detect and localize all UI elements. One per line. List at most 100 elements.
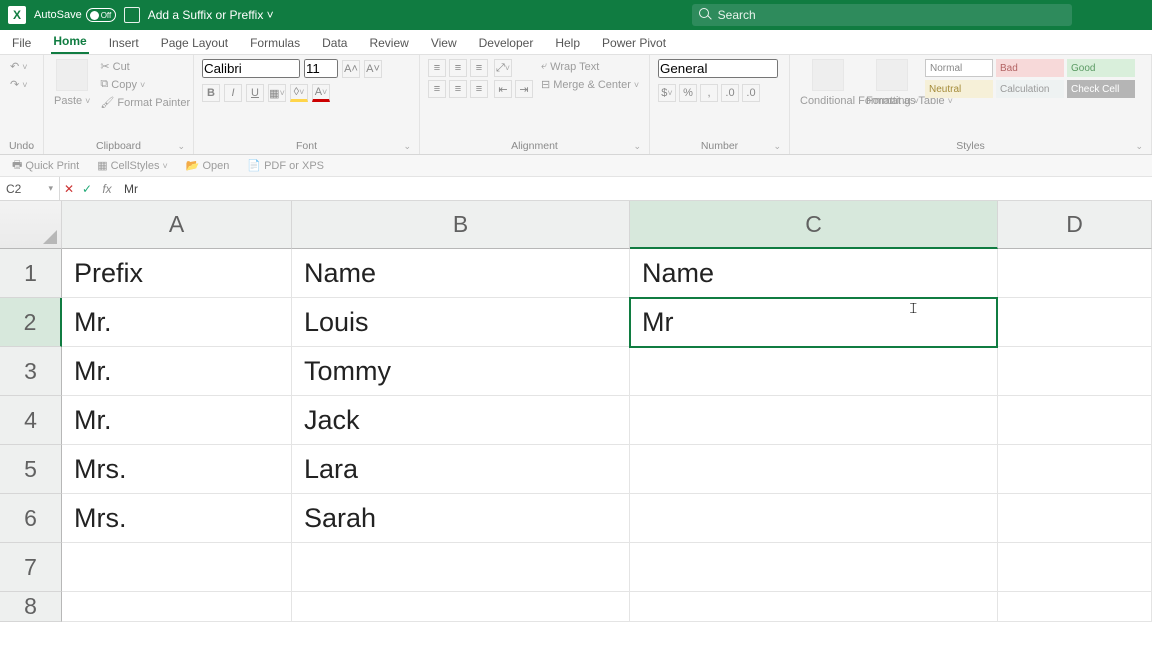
autosave-toggle[interactable]: AutoSave Off	[34, 8, 116, 22]
cell-C8[interactable]	[630, 592, 998, 622]
tab-developer[interactable]: Developer	[477, 32, 536, 54]
row-header-1[interactable]: 1	[0, 249, 62, 298]
style-calculation[interactable]: Calculation	[996, 80, 1064, 98]
cell-A1[interactable]: Prefix	[62, 249, 292, 298]
copy-button[interactable]: ⧉ Copy	[98, 77, 192, 92]
row-header-2[interactable]: 2	[0, 298, 62, 347]
cell-A2[interactable]: Mr.	[62, 298, 292, 347]
cell-A4[interactable]: Mr.	[62, 396, 292, 445]
orientation-button[interactable]: ⤢	[494, 59, 512, 77]
row-header-5[interactable]: 5	[0, 445, 62, 494]
cell-B6[interactable]: Sarah	[292, 494, 630, 543]
format-painter-button[interactable]: 🖌 Format Painter	[98, 95, 192, 110]
wrap-text-button[interactable]: ⤶ Wrap Text	[539, 59, 641, 74]
underline-button[interactable]: U	[246, 84, 264, 102]
cell-B4[interactable]: Jack	[292, 396, 630, 445]
row-header-3[interactable]: 3	[0, 347, 62, 396]
merge-center-button[interactable]: ⊟ Merge & Center	[539, 77, 641, 92]
number-format-select[interactable]	[658, 59, 778, 78]
search-input[interactable]	[692, 4, 1072, 26]
open-button[interactable]: 📂 Open	[184, 158, 232, 173]
redo-button[interactable]: ↷	[8, 77, 29, 92]
tab-review[interactable]: Review	[367, 32, 410, 54]
paste-button[interactable]: Paste	[52, 94, 92, 108]
align-right-button[interactable]: ≡	[470, 80, 488, 98]
cell-styles-button[interactable]: ▦ CellStyles	[95, 158, 170, 173]
fx-icon[interactable]: fx	[96, 182, 118, 196]
decrease-decimal-button[interactable]: .0	[742, 84, 760, 102]
cell-C7[interactable]	[630, 543, 998, 592]
style-check-cell[interactable]: Check Cell	[1067, 80, 1135, 98]
cell-A5[interactable]: Mrs.	[62, 445, 292, 494]
cell-A6[interactable]: Mrs.	[62, 494, 292, 543]
border-button[interactable]: ▦	[268, 84, 286, 102]
cell-D6[interactable]	[998, 494, 1152, 543]
increase-decimal-button[interactable]: .0	[721, 84, 739, 102]
cell-D1[interactable]	[998, 249, 1152, 298]
cell-B2[interactable]: Louis	[292, 298, 630, 347]
cell-C4[interactable]	[630, 396, 998, 445]
cell-A7[interactable]	[62, 543, 292, 592]
cell-B8[interactable]	[292, 592, 630, 622]
tab-data[interactable]: Data	[320, 32, 349, 54]
tab-home[interactable]: Home	[51, 30, 88, 54]
tab-page-layout[interactable]: Page Layout	[159, 32, 230, 54]
col-header-D[interactable]: D	[998, 201, 1152, 249]
cancel-icon[interactable]: ✕	[60, 182, 78, 196]
cell-B3[interactable]: Tommy	[292, 347, 630, 396]
row-header-4[interactable]: 4	[0, 396, 62, 445]
tab-formulas[interactable]: Formulas	[248, 32, 302, 54]
cell-D5[interactable]	[998, 445, 1152, 494]
font-size-select[interactable]	[304, 59, 338, 78]
percent-format-button[interactable]: %	[679, 84, 697, 102]
cell-B1[interactable]: Name	[292, 249, 630, 298]
cell-D3[interactable]	[998, 347, 1152, 396]
align-middle-button[interactable]: ≡	[449, 59, 467, 77]
col-header-B[interactable]: B	[292, 201, 630, 249]
italic-button[interactable]: I	[224, 84, 242, 102]
indent-inc-button[interactable]: ⇥	[515, 80, 533, 98]
cell-D4[interactable]	[998, 396, 1152, 445]
cell-A8[interactable]	[62, 592, 292, 622]
cell-B7[interactable]	[292, 543, 630, 592]
cut-button[interactable]: ✂ Cut	[98, 59, 192, 74]
formula-input[interactable]: Mr	[118, 182, 1152, 196]
cell-C3[interactable]	[630, 347, 998, 396]
conditional-formatting-icon[interactable]	[812, 59, 844, 91]
accounting-format-button[interactable]: $	[658, 84, 676, 102]
format-as-table-button[interactable]: Format as Table	[864, 94, 919, 108]
increase-font-button[interactable]: A˄	[342, 60, 360, 78]
format-as-table-icon[interactable]	[876, 59, 908, 91]
cell-A3[interactable]: Mr.	[62, 347, 292, 396]
cell-C6[interactable]	[630, 494, 998, 543]
align-bottom-button[interactable]: ≡	[470, 59, 488, 77]
name-box[interactable]: C2▾	[0, 177, 60, 200]
decrease-font-button[interactable]: A˅	[364, 60, 382, 78]
cell-B5[interactable]: Lara	[292, 445, 630, 494]
align-top-button[interactable]: ≡	[428, 59, 446, 77]
select-all-corner[interactable]	[0, 201, 62, 249]
font-color-button[interactable]: A	[312, 84, 330, 102]
fill-color-button[interactable]: ◊	[290, 84, 308, 102]
cell-C2[interactable]: Mr	[630, 298, 998, 347]
cell-C5[interactable]	[630, 445, 998, 494]
tab-view[interactable]: View	[429, 32, 459, 54]
cell-D8[interactable]	[998, 592, 1152, 622]
align-center-button[interactable]: ≡	[449, 80, 467, 98]
paste-icon[interactable]	[56, 59, 88, 91]
save-icon[interactable]	[124, 7, 140, 23]
style-good[interactable]: Good	[1067, 59, 1135, 77]
quick-print-button[interactable]: 🖶 Quick Print	[10, 155, 81, 176]
font-name-select[interactable]	[202, 59, 300, 78]
row-header-7[interactable]: 7	[0, 543, 62, 592]
conditional-formatting-button[interactable]: Conditional Formatting	[798, 94, 858, 108]
col-header-A[interactable]: A	[62, 201, 292, 249]
undo-button[interactable]: ↶	[8, 59, 29, 74]
style-normal[interactable]: Normal	[925, 59, 993, 77]
tab-insert[interactable]: Insert	[107, 32, 141, 54]
pdf-xps-button[interactable]: 📄 PDF or XPS	[245, 158, 326, 173]
tab-file[interactable]: File	[10, 32, 33, 54]
col-header-C[interactable]: C	[630, 201, 998, 249]
row-header-6[interactable]: 6	[0, 494, 62, 543]
tab-help[interactable]: Help	[553, 32, 582, 54]
